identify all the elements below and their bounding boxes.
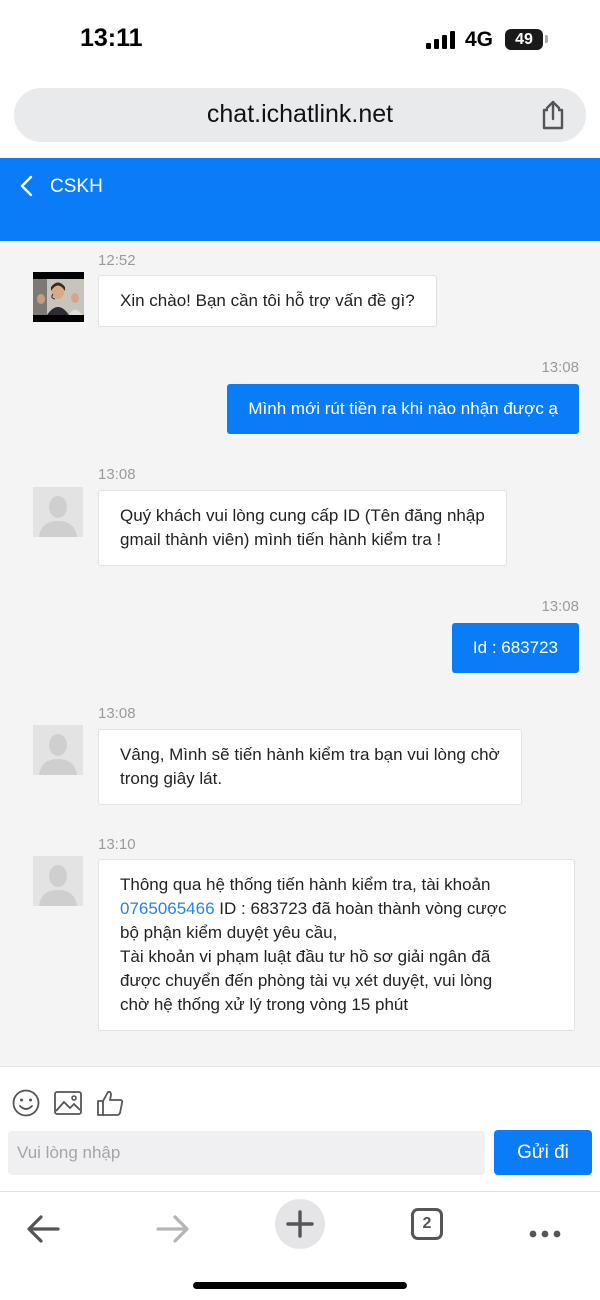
more-options-icon[interactable] xyxy=(520,1204,570,1254)
incoming-message: Quý khách vui lòng cung cấp ID (Tên đăng… xyxy=(98,490,507,566)
image-icon[interactable] xyxy=(53,1088,83,1118)
message-text: ID : 683723 đã hoàn thành vòng cược xyxy=(214,899,507,918)
default-avatar xyxy=(33,487,83,537)
message-timestamp: 13:08 xyxy=(541,359,579,376)
message-input[interactable] xyxy=(8,1131,485,1175)
browser-toolbar: 2 xyxy=(0,1191,600,1300)
incoming-message: Thông qua hệ thống tiến hành kiểm tra, t… xyxy=(98,859,575,1031)
incoming-message: Vâng, Mình sẽ tiến hành kiểm tra bạn vui… xyxy=(98,729,522,805)
default-avatar xyxy=(33,725,83,775)
message-line: 0765065466 ID : 683723 đã hoàn thành vòn… xyxy=(120,897,553,921)
message-line: chờ hệ thống xử lý trong vòng 15 phút xyxy=(120,995,409,1014)
message-line: gmail thành viên) mình tiến hành kiểm tr… xyxy=(120,530,442,549)
chat-header: CSKH xyxy=(0,158,600,241)
thumbs-up-icon[interactable] xyxy=(95,1088,125,1118)
battery-nub xyxy=(545,35,548,43)
message-text: Id : 683723 xyxy=(472,638,558,657)
message-text: Mình mới rút tiền ra khi nào nhận được ạ xyxy=(248,399,558,418)
chat-title: CSKH xyxy=(50,176,103,197)
message-line: Vâng, Mình sẽ tiến hành kiểm tra bạn vui… xyxy=(120,745,500,764)
address-bar[interactable]: chat.ichatlink.net xyxy=(14,88,586,142)
message-line: được chuyển đến phòng tài vụ xét duyệt, … xyxy=(120,971,493,990)
share-icon[interactable] xyxy=(538,99,568,131)
user-silhouette-icon xyxy=(33,856,83,906)
plus-icon xyxy=(286,1210,314,1238)
default-avatar xyxy=(33,856,83,906)
phone-link[interactable]: 0765065466 xyxy=(120,899,215,918)
message-line: bộ phận kiểm duyệt yêu cầu, xyxy=(120,923,338,942)
message-line: Quý khách vui lòng cung cấp ID (Tên đăng… xyxy=(120,506,485,525)
message-composer: Gửi đi xyxy=(0,1066,600,1191)
message-line: Thông qua hệ thống tiến hành kiểm tra, t… xyxy=(120,875,491,894)
message-list[interactable]: 12:52 Xin chào! Bạn cần tôi hỗ trợ vấn đ… xyxy=(0,241,600,1066)
emoji-icon[interactable] xyxy=(11,1088,41,1118)
message-text: Xin chào! Bạn cần tôi hỗ trợ vấn đề gì? xyxy=(120,291,415,310)
message-timestamp: 12:52 xyxy=(98,252,136,269)
outgoing-message: Mình mới rút tiền ra khi nào nhận được ạ xyxy=(227,384,579,434)
url-text: chat.ichatlink.net xyxy=(206,100,394,128)
back-chevron-icon[interactable] xyxy=(18,175,36,197)
status-bar: 13:11 4G 49 xyxy=(0,0,600,80)
new-tab-button[interactable] xyxy=(275,1199,325,1249)
message-timestamp: 13:08 xyxy=(541,598,579,615)
message-timestamp: 13:10 xyxy=(98,836,136,853)
incoming-message: Xin chào! Bạn cần tôi hỗ trợ vấn đề gì? xyxy=(98,275,437,327)
send-button[interactable]: Gửi đi xyxy=(494,1130,592,1175)
back-arrow-icon[interactable] xyxy=(19,1204,69,1254)
network-type: 4G xyxy=(465,28,494,51)
signal-strength-icon xyxy=(426,31,458,49)
message-timestamp: 13:08 xyxy=(98,466,136,483)
message-line: trong giây lát. xyxy=(120,769,223,788)
message-timestamp: 13:08 xyxy=(98,705,136,722)
message-line: Tài khoản vi phạm luật đầu tư hồ sơ giải… xyxy=(120,947,491,966)
user-silhouette-icon xyxy=(33,725,83,775)
tabs-button[interactable]: 2 xyxy=(411,1208,443,1240)
outgoing-message: Id : 683723 xyxy=(451,623,579,673)
home-indicator xyxy=(193,1282,407,1289)
status-time: 13:11 xyxy=(80,24,143,52)
forward-arrow-icon[interactable] xyxy=(147,1204,197,1254)
agent-avatar xyxy=(33,272,84,322)
battery-icon: 49 xyxy=(505,29,543,50)
user-silhouette-icon xyxy=(33,487,83,537)
